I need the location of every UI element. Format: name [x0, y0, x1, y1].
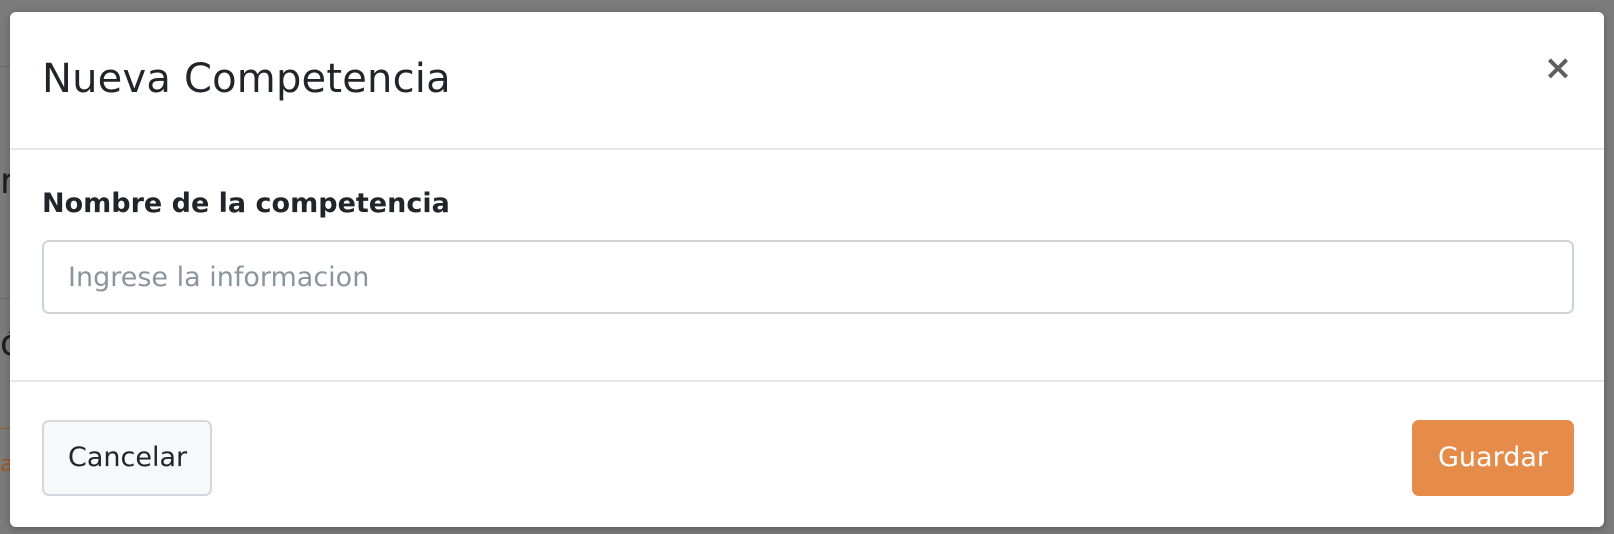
save-button[interactable]: Guardar — [1412, 420, 1574, 496]
modal-title: Nueva Competencia — [42, 56, 451, 102]
competency-name-input[interactable] — [42, 240, 1574, 314]
cancel-button[interactable]: Cancelar — [42, 420, 212, 496]
modal-body: Nombre de la competencia — [10, 150, 1604, 382]
modal-footer: Cancelar Guardar — [10, 382, 1604, 527]
competency-name-label: Nombre de la competencia — [42, 188, 450, 219]
new-competency-modal: Nueva Competencia × Nombre de la compete… — [10, 12, 1604, 527]
close-icon[interactable]: × — [1540, 50, 1576, 86]
modal-header: Nueva Competencia × — [10, 12, 1604, 150]
